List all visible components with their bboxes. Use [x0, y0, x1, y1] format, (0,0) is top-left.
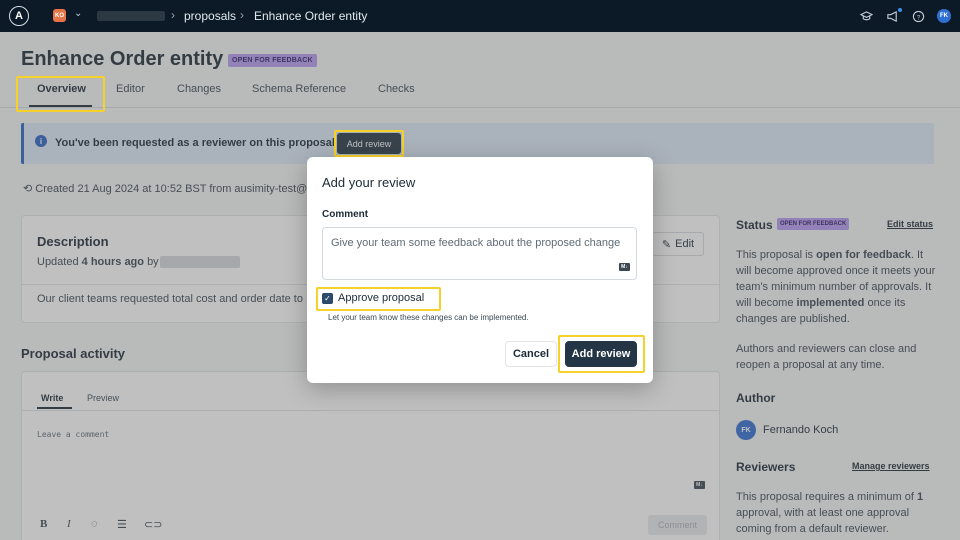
add-review-button[interactable]: Add review — [565, 341, 637, 367]
comment-label: Comment — [322, 209, 369, 220]
dialog-title: Add your review — [322, 175, 416, 190]
approve-checkbox[interactable]: ✓ — [322, 293, 333, 304]
chevron-down-icon[interactable]: ⌄ — [74, 8, 82, 19]
review-comment-textarea[interactable] — [322, 227, 637, 280]
svg-text:?: ? — [916, 14, 920, 21]
approve-help-text: Let your team know these changes can be … — [328, 313, 529, 322]
org-avatar[interactable]: KO — [53, 9, 66, 22]
apollo-logo-icon[interactable]: A — [9, 6, 29, 26]
top-navigation-bar: A KO ⌄ › proposals › Enhance Order entit… — [0, 0, 960, 32]
breadcrumb-current: Enhance Order entity — [254, 9, 368, 23]
notification-dot — [898, 8, 902, 12]
help-icon[interactable]: ? — [911, 9, 925, 23]
megaphone-icon[interactable] — [885, 9, 899, 23]
review-comment-placeholder: Give your team some feedback about the p… — [331, 237, 621, 249]
markdown-icon: M↓ — [619, 263, 630, 271]
user-avatar[interactable]: FK — [937, 9, 951, 23]
redacted-graph-name[interactable] — [97, 11, 165, 21]
breadcrumb-separator-icon: › — [171, 8, 175, 22]
approve-label[interactable]: Approve proposal — [338, 292, 424, 304]
cancel-button[interactable]: Cancel — [505, 341, 557, 367]
breadcrumb-separator-icon: › — [240, 8, 244, 22]
graduation-cap-icon[interactable] — [859, 9, 873, 23]
breadcrumb-proposals[interactable]: proposals — [184, 9, 236, 23]
